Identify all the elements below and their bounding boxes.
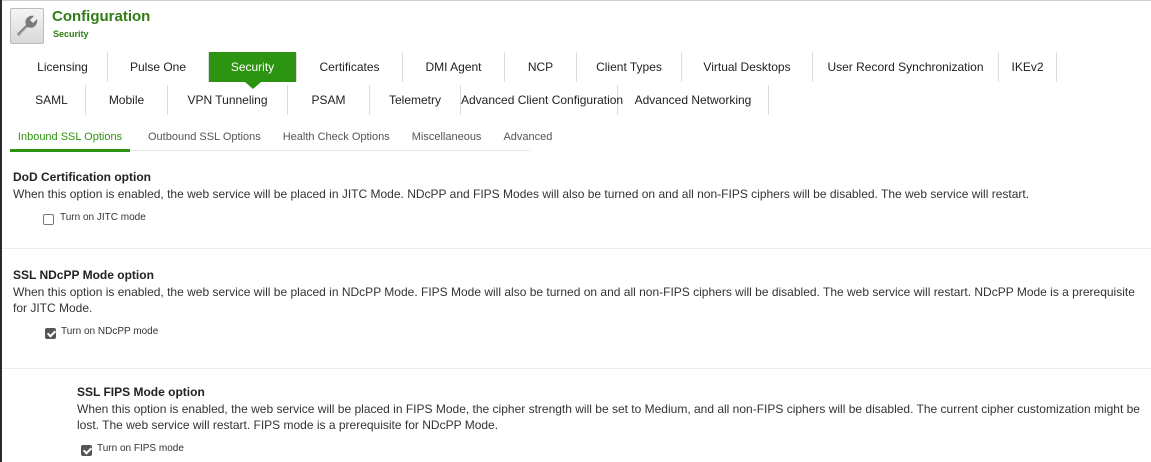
subtab-divider [130,150,530,152]
dod-section-description: When this option is enabled, the web ser… [13,187,1030,201]
wrench-icon [10,8,44,44]
ndcpp-section: SSL NDcPP Mode option When this option i… [13,268,1145,342]
tab-licensing[interactable]: Licensing [18,52,108,82]
subtab-inbound-ssl-options[interactable]: Inbound SSL Options [10,127,130,152]
sub-tabs: Inbound SSL Options Outbound SSL Options… [10,127,568,152]
tab-ncp[interactable]: NCP [505,52,577,82]
tab-client-types[interactable]: Client Types [577,52,682,82]
subtab-health-check-options[interactable]: Health Check Options [277,127,396,149]
window-top-border [0,0,1151,1]
ndcpp-section-title: SSL NDcPP Mode option [13,268,154,282]
tab-ikev2[interactable]: IKEv2 [999,52,1057,82]
tab-security[interactable]: Security [209,52,297,89]
tab-telemetry[interactable]: Telemetry [370,85,461,115]
jitc-option: Turn on JITC mode [13,212,1145,228]
fips-mode-label: Turn on FIPS mode [97,443,184,454]
ndcpp-section-description: When this option is enabled, the web ser… [13,285,1135,315]
page-title: Configuration [52,8,151,25]
section-divider [2,248,1151,249]
tab-psam[interactable]: PSAM [288,85,370,115]
ndcpp-mode-label: Turn on NDcPP mode [61,326,159,337]
jitc-mode-label: Turn on JITC mode [60,212,146,223]
main-tabs-row-2: SAML Mobile VPN Tunneling PSAM Telemetry… [18,85,769,115]
tab-mobile[interactable]: Mobile [86,85,168,115]
subtab-advanced[interactable]: Advanced [497,127,558,149]
fips-option: Turn on FIPS mode [77,443,1145,459]
tab-vpn-tunneling[interactable]: VPN Tunneling [168,85,288,115]
jitc-mode-checkbox[interactable] [43,214,54,225]
subtab-outbound-ssl-options[interactable]: Outbound SSL Options [142,127,267,149]
fips-section-description: When this option is enabled, the web ser… [77,402,1140,432]
main-tabs-row-1: Licensing Pulse One Security Certificate… [18,52,1057,89]
dod-section-title: DoD Certification option [13,170,151,184]
fips-section-title: SSL FIPS Mode option [77,385,205,399]
tab-dmi-agent[interactable]: DMI Agent [403,52,505,82]
tab-virtual-desktops[interactable]: Virtual Desktops [682,52,813,82]
fips-section: SSL FIPS Mode option When this option is… [77,385,1145,459]
subtab-miscellaneous[interactable]: Miscellaneous [406,127,488,149]
section-divider [2,368,1151,369]
page-subtitle: Security [53,29,89,39]
dod-certification-section: DoD Certification option When this optio… [13,170,1145,228]
ndcpp-option: Turn on NDcPP mode [13,326,1145,342]
ndcpp-mode-checkbox[interactable] [45,328,56,339]
fips-mode-checkbox[interactable] [81,445,92,456]
tab-advanced-client-configuration[interactable]: Advanced Client Configuration [461,85,623,115]
tab-certificates[interactable]: Certificates [297,52,403,82]
tab-user-record-sync[interactable]: User Record Synchronization [813,52,999,82]
tab-saml[interactable]: SAML [18,85,86,115]
tab-advanced-networking[interactable]: Advanced Networking [618,85,769,115]
tab-pulse-one[interactable]: Pulse One [108,52,209,82]
window-left-border [0,0,2,462]
